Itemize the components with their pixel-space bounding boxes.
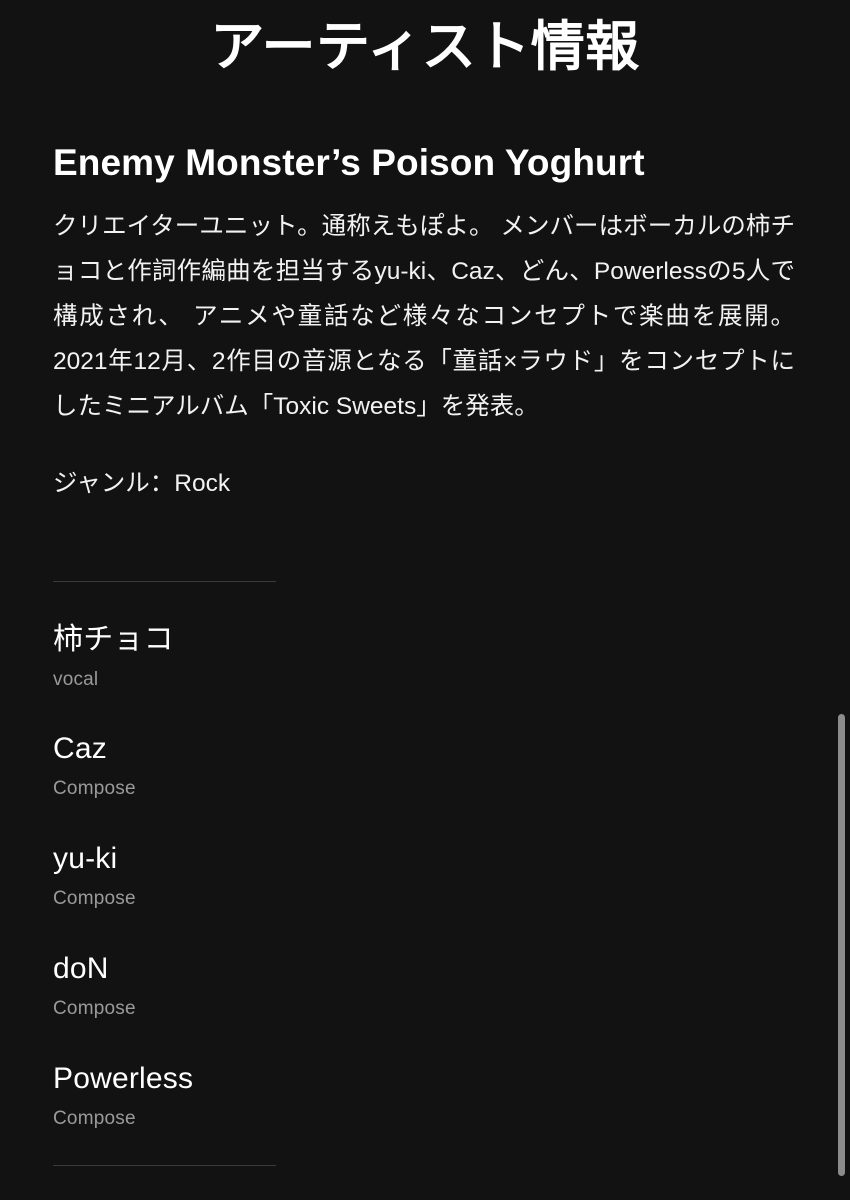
member-name: Caz	[53, 732, 107, 766]
member-name: yu-ki	[53, 842, 118, 876]
member-role: Compose	[53, 1107, 136, 1129]
artist-name-heading: Enemy Monster’s Poison Yoghurt	[53, 142, 645, 184]
scrollbar-thumb[interactable]	[838, 714, 845, 1176]
scrollbar[interactable]	[837, 0, 845, 1200]
artist-genre-text: ジャンル：Rock	[53, 469, 231, 497]
artist-bio-text: クリエイターユニット。通称えもぽよ。 メンバーはボーカルの柿チョコと作詞作編曲を…	[53, 212, 795, 420]
page-title: アーティスト情報	[210, 17, 640, 77]
list-item: 柿チョコ vocal	[53, 622, 795, 692]
member-name: doN	[53, 952, 109, 986]
member-name: 柿チョコ	[53, 622, 174, 656]
member-list: 柿チョコ vocal Caz Compose yu-ki Compose doN…	[53, 622, 795, 1131]
list-item: Powerless Compose	[53, 1061, 795, 1131]
list-item: doN Compose	[53, 951, 795, 1021]
artist-info-page: アーティスト情報 Enemy Monster’s Poison Yoghurt …	[0, 0, 850, 1200]
member-role: vocal	[53, 668, 99, 690]
section-divider-bottom	[53, 1164, 276, 1166]
content-column: Enemy Monster’s Poison Yoghurt クリエイターユニッ…	[0, 140, 850, 1166]
list-item: yu-ki Compose	[53, 841, 795, 911]
member-name: Powerless	[53, 1061, 194, 1095]
member-role: Compose	[53, 778, 136, 800]
section-divider-top	[53, 580, 276, 582]
list-item: Caz Compose	[53, 731, 795, 801]
member-role: Compose	[53, 998, 136, 1020]
member-role: Compose	[53, 888, 136, 910]
